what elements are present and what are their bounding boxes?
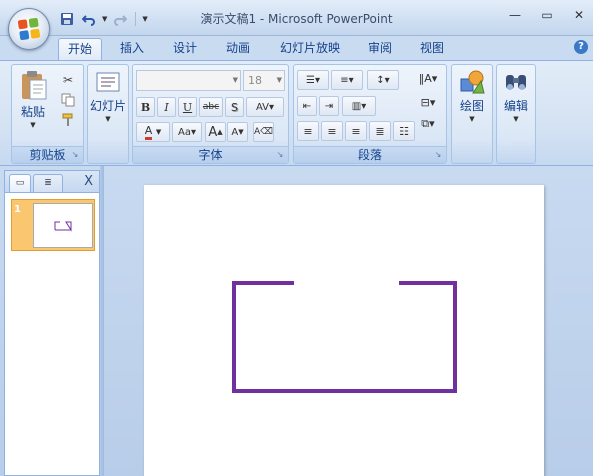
editing-dropdown-icon: ▼ bbox=[513, 115, 519, 123]
group-editing: 编辑 ▼ bbox=[496, 64, 536, 164]
title-bar: ▼ ▼ 演示文稿1 - Microsoft PowerPoint — ▭ ✕ bbox=[0, 0, 593, 36]
font-launcher-icon[interactable]: ↘ bbox=[275, 150, 285, 160]
close-pane-button[interactable]: X bbox=[84, 174, 93, 189]
numbering-icon[interactable]: ≡▾ bbox=[331, 70, 363, 90]
paste-label: 粘贴 bbox=[20, 105, 45, 119]
slide-number: 1 bbox=[14, 204, 21, 215]
maximize-button[interactable]: ▭ bbox=[539, 8, 555, 22]
tab-design[interactable]: 设计 bbox=[163, 38, 207, 60]
ribbon: 粘贴 ▼ ✂ 剪贴板 ↘ 幻灯片 ▼ ▼ 18 ▼ B I U abc S AV… bbox=[0, 60, 593, 166]
minimize-button[interactable]: — bbox=[507, 8, 523, 22]
shapes-icon bbox=[459, 69, 485, 95]
tab-slide-show[interactable]: 幻灯片放映 bbox=[272, 38, 348, 60]
align-text-icon[interactable]: ⊟▾ bbox=[414, 92, 442, 112]
group-font: ▼ 18 ▼ B I U abc S AV▾ A ▼ Aa▾ A ▲ A ▼ A⌫ … bbox=[132, 64, 289, 164]
pane-splitter[interactable] bbox=[100, 166, 104, 476]
copy-icon[interactable] bbox=[59, 91, 77, 109]
tab-home[interactable]: 开始 bbox=[58, 38, 102, 60]
office-logo-icon bbox=[17, 17, 41, 41]
text-direction-icon[interactable]: ‖A▾ bbox=[414, 68, 442, 88]
cut-icon[interactable]: ✂ bbox=[59, 71, 77, 89]
paste-dropdown-icon: ▼ bbox=[30, 121, 36, 129]
new-slide-dropdown-icon: ▼ bbox=[105, 115, 111, 123]
format-painter-icon[interactable] bbox=[59, 111, 77, 129]
ribbon-tabs: 开始 插入 设计 动画 幻灯片放映 审阅 视图 bbox=[0, 36, 593, 60]
clipboard-launcher-icon[interactable]: ↘ bbox=[70, 150, 80, 160]
new-slide-icon bbox=[95, 69, 121, 95]
bullets-icon[interactable]: ☰▾ bbox=[297, 70, 329, 90]
slide-thumbnail-selected[interactable]: 1 bbox=[11, 199, 95, 251]
window-controls: — ▭ ✕ bbox=[507, 8, 587, 22]
font-size-combo[interactable]: 18 ▼ bbox=[243, 70, 285, 91]
paragraph-label: 段落 bbox=[294, 146, 446, 163]
editing-button[interactable]: 编辑 ▼ bbox=[498, 69, 534, 123]
text-shadow-icon[interactable]: S bbox=[225, 97, 244, 117]
underline-icon[interactable]: U bbox=[178, 97, 197, 117]
slides-pane: ▭ ≣ X 1 bbox=[4, 170, 100, 476]
line-spacing-icon[interactable]: ↕▾ bbox=[367, 70, 399, 90]
paste-icon bbox=[17, 69, 49, 101]
font-label: 字体 bbox=[133, 146, 288, 163]
new-slide-button[interactable]: 幻灯片 ▼ bbox=[89, 69, 127, 123]
smartart-icon[interactable]: ⧉▾ bbox=[414, 114, 442, 134]
align-left-icon[interactable]: ≡ bbox=[297, 121, 319, 141]
slides-pane-tabs: ▭ ≣ X bbox=[5, 171, 99, 193]
new-slide-label: 幻灯片 bbox=[89, 99, 126, 113]
character-spacing-icon[interactable]: AV▾ bbox=[246, 97, 284, 117]
tab-view[interactable]: 视图 bbox=[410, 38, 454, 60]
columns-icon[interactable]: ▥▾ bbox=[342, 96, 376, 116]
font-size-dropdown-icon: ▼ bbox=[276, 76, 282, 84]
change-case-icon[interactable]: Aa▾ bbox=[172, 122, 202, 142]
grow-font-icon[interactable]: A ▲ bbox=[205, 122, 226, 142]
editing-label: 编辑 bbox=[503, 99, 528, 113]
justify-icon[interactable]: ≣ bbox=[369, 121, 391, 141]
group-drawing: 绘图 ▼ bbox=[451, 64, 493, 164]
paragraph-launcher-icon[interactable]: ↘ bbox=[433, 150, 443, 160]
office-button[interactable] bbox=[8, 8, 50, 50]
strikethrough-icon[interactable]: abc bbox=[199, 97, 223, 117]
slide-thumbnail bbox=[33, 203, 93, 248]
decrease-indent-icon[interactable]: ⇤ bbox=[297, 96, 317, 116]
drawing-button[interactable]: 绘图 ▼ bbox=[453, 69, 491, 123]
font-size-value: 18 bbox=[248, 74, 262, 87]
find-binoculars-icon bbox=[503, 69, 529, 95]
slide-canvas[interactable] bbox=[144, 185, 544, 476]
shrink-font-icon[interactable]: A ▼ bbox=[227, 122, 248, 142]
tab-animations[interactable]: 动画 bbox=[216, 38, 260, 60]
bold-icon[interactable]: B bbox=[136, 97, 155, 117]
slides-tab-icon[interactable]: ▭ bbox=[9, 174, 31, 192]
distributed-icon[interactable]: ☷ bbox=[393, 121, 415, 141]
align-center-icon[interactable]: ≡ bbox=[321, 121, 343, 141]
close-button[interactable]: ✕ bbox=[571, 8, 587, 22]
italic-icon[interactable]: I bbox=[157, 97, 176, 117]
align-right-icon[interactable]: ≡ bbox=[345, 121, 367, 141]
thumbnail-shape bbox=[54, 221, 72, 232]
drawing-dropdown-icon: ▼ bbox=[469, 115, 475, 123]
window-title: 演示文稿1 - Microsoft PowerPoint bbox=[200, 12, 393, 26]
group-slides: 幻灯片 ▼ bbox=[87, 64, 129, 164]
group-clipboard: 粘贴 ▼ ✂ 剪贴板 ↘ bbox=[11, 64, 84, 164]
font-color-icon[interactable]: A ▼ bbox=[136, 122, 170, 142]
tab-insert[interactable]: 插入 bbox=[110, 38, 154, 60]
help-icon[interactable]: ? bbox=[574, 40, 588, 54]
outline-tab-icon[interactable]: ≣ bbox=[33, 174, 63, 192]
font-name-dropdown-icon: ▼ bbox=[232, 76, 238, 84]
workspace: ▭ ≣ X 1 bbox=[0, 166, 593, 476]
paste-button[interactable]: 粘贴 ▼ bbox=[16, 69, 50, 129]
tab-review[interactable]: 审阅 bbox=[358, 38, 402, 60]
clear-formatting-icon[interactable]: A⌫ bbox=[253, 122, 274, 142]
font-name-combo[interactable]: ▼ bbox=[136, 70, 241, 91]
bracket-shape[interactable] bbox=[144, 185, 544, 476]
increase-indent-icon[interactable]: ⇥ bbox=[319, 96, 339, 116]
group-paragraph: ☰▾ ≡▾ ↕▾ ‖A▾ ⇤ ⇥ ▥▾ ⊟▾ ≡ ≡ ≡ ≣ ☷ ⧉▾ 段落 ↘ bbox=[293, 64, 447, 164]
drawing-label: 绘图 bbox=[459, 99, 484, 113]
